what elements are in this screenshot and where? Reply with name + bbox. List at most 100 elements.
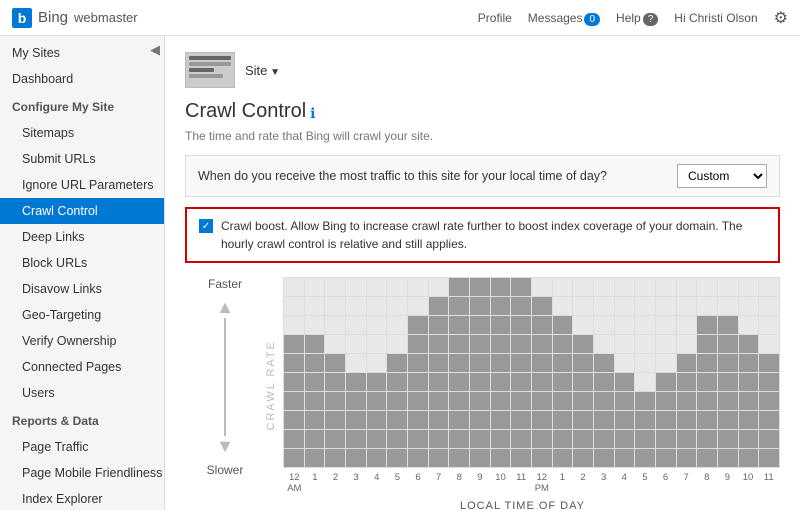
chart-cell[interactable] <box>325 335 345 353</box>
chart-cell[interactable] <box>387 449 407 467</box>
chart-cell[interactable] <box>615 430 635 448</box>
chart-cell[interactable] <box>305 449 325 467</box>
chart-cell[interactable] <box>470 335 490 353</box>
chart-cell[interactable] <box>346 411 366 429</box>
sidebar-item-ignore-url-parameters[interactable]: Ignore URL Parameters <box>0 172 164 198</box>
chart-cell[interactable] <box>739 335 759 353</box>
chart-cell[interactable] <box>325 449 345 467</box>
chart-cell[interactable] <box>635 316 655 334</box>
chart-cell[interactable] <box>553 297 573 315</box>
chart-cell[interactable] <box>532 411 552 429</box>
chart-cell[interactable] <box>573 449 593 467</box>
chart-cell[interactable] <box>284 411 304 429</box>
chart-cell[interactable] <box>718 354 738 372</box>
chart-cell[interactable] <box>532 278 552 296</box>
chart-cell[interactable] <box>387 316 407 334</box>
chart-cell[interactable] <box>532 430 552 448</box>
chart-cell[interactable] <box>284 335 304 353</box>
chart-cell[interactable] <box>615 297 635 315</box>
chart-cell[interactable] <box>305 297 325 315</box>
chart-cell[interactable] <box>739 278 759 296</box>
chart-cell[interactable] <box>429 278 449 296</box>
chart-cell[interactable] <box>718 411 738 429</box>
chart-cell[interactable] <box>470 449 490 467</box>
chart-cell[interactable] <box>429 392 449 410</box>
chart-cell[interactable] <box>615 373 635 391</box>
chart-cell[interactable] <box>429 373 449 391</box>
chart-cell[interactable] <box>677 411 697 429</box>
chart-cell[interactable] <box>697 430 717 448</box>
chart-cell[interactable] <box>305 354 325 372</box>
chart-cell[interactable] <box>325 297 345 315</box>
chart-cell[interactable] <box>470 316 490 334</box>
chart-cell[interactable] <box>759 354 779 372</box>
chart-cell[interactable] <box>491 335 511 353</box>
chart-cell[interactable] <box>511 430 531 448</box>
chart-cell[interactable] <box>697 335 717 353</box>
chart-cell[interactable] <box>718 278 738 296</box>
chart-cell[interactable] <box>635 297 655 315</box>
chart-cell[interactable] <box>470 278 490 296</box>
chart-cell[interactable] <box>759 316 779 334</box>
chart-cell[interactable] <box>284 278 304 296</box>
chart-cell[interactable] <box>346 373 366 391</box>
chart-cell[interactable] <box>367 411 387 429</box>
chart-cell[interactable] <box>449 430 469 448</box>
chart-cell[interactable] <box>656 278 676 296</box>
messages-link[interactable]: Messages0 <box>528 11 600 25</box>
chart-cell[interactable] <box>759 278 779 296</box>
chart-cell[interactable] <box>594 411 614 429</box>
sidebar-item-my-sites[interactable]: My Sites <box>0 40 164 66</box>
chart-cell[interactable] <box>594 335 614 353</box>
sidebar-item-connected-pages[interactable]: Connected Pages <box>0 354 164 380</box>
chart-cell[interactable] <box>656 373 676 391</box>
sidebar-item-crawl-control[interactable]: Crawl Control <box>0 198 164 224</box>
chart-cell[interactable] <box>325 354 345 372</box>
chart-cell[interactable] <box>594 430 614 448</box>
chart-cell[interactable] <box>573 392 593 410</box>
chart-cell[interactable] <box>284 316 304 334</box>
chart-cell[interactable] <box>346 278 366 296</box>
chart-cell[interactable] <box>553 373 573 391</box>
chart-cell[interactable] <box>387 354 407 372</box>
chart-cell[interactable] <box>656 411 676 429</box>
chart-cell[interactable] <box>408 316 428 334</box>
chart-cell[interactable] <box>449 449 469 467</box>
chart-cell[interactable] <box>346 430 366 448</box>
chart-cell[interactable] <box>656 354 676 372</box>
sidebar-item-users[interactable]: Users <box>0 380 164 406</box>
chart-cell[interactable] <box>367 297 387 315</box>
chart-cell[interactable] <box>284 392 304 410</box>
chart-cell[interactable] <box>511 392 531 410</box>
chart-cell[interactable] <box>635 411 655 429</box>
chart-cell[interactable] <box>346 354 366 372</box>
sidebar-item-disavow-links[interactable]: Disavow Links <box>0 276 164 302</box>
chart-cell[interactable] <box>553 354 573 372</box>
chart-cell[interactable] <box>532 449 552 467</box>
chart-cell[interactable] <box>346 316 366 334</box>
chart-cell[interactable] <box>553 335 573 353</box>
chart-cell[interactable] <box>367 373 387 391</box>
chart-cell[interactable] <box>635 335 655 353</box>
profile-link[interactable]: Profile <box>478 11 512 25</box>
chart-cell[interactable] <box>325 373 345 391</box>
chart-cell[interactable] <box>573 297 593 315</box>
chart-cell[interactable] <box>346 297 366 315</box>
chart-cell[interactable] <box>697 297 717 315</box>
chart-cell[interactable] <box>449 278 469 296</box>
chart-cell[interactable] <box>532 335 552 353</box>
chart-cell[interactable] <box>656 430 676 448</box>
chart-cell[interactable] <box>387 335 407 353</box>
chart-cell[interactable] <box>532 392 552 410</box>
chart-cell[interactable] <box>615 335 635 353</box>
chart-cell[interactable] <box>449 373 469 391</box>
chart-cell[interactable] <box>511 449 531 467</box>
help-link[interactable]: Help? <box>616 11 658 25</box>
chart-cell[interactable] <box>635 430 655 448</box>
chart-cell[interactable] <box>677 430 697 448</box>
chart-cell[interactable] <box>511 297 531 315</box>
chart-cell[interactable] <box>594 278 614 296</box>
chart-cell[interactable] <box>305 335 325 353</box>
chart-cell[interactable] <box>677 392 697 410</box>
chart-cell[interactable] <box>305 373 325 391</box>
